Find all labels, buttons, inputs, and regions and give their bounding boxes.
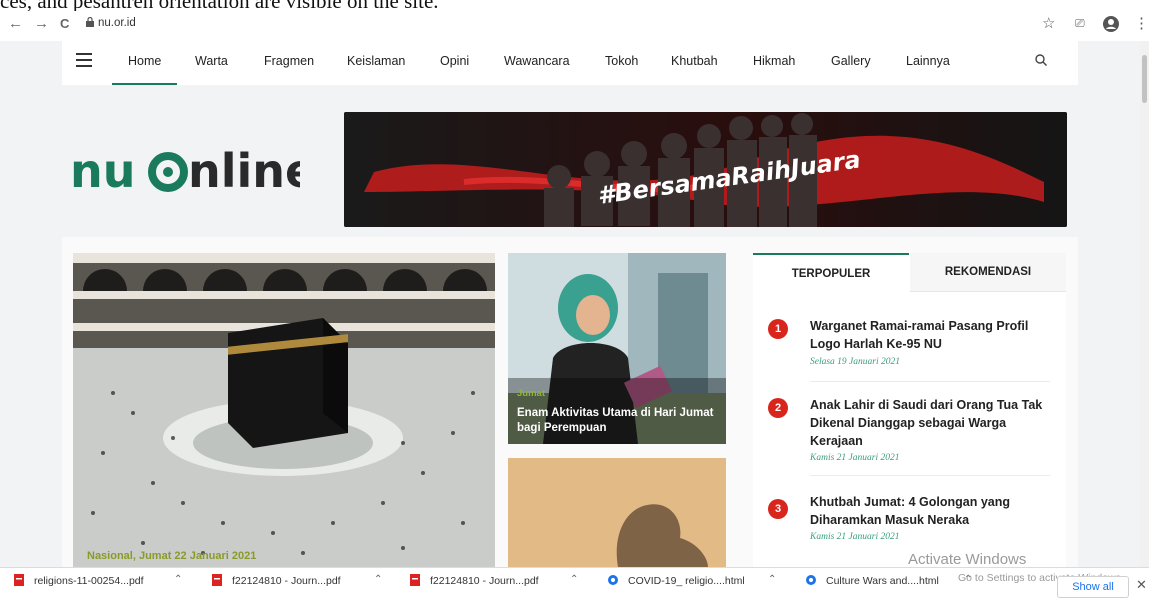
chrome-file-icon (806, 575, 816, 585)
promo-banner[interactable]: #BersamaRaihJuara (344, 112, 1067, 227)
download-item[interactable]: COVID-19_ religio....html ⌃ (608, 574, 776, 592)
rank-badge: 3 (768, 499, 788, 519)
activate-windows-watermark: Activate Windows (908, 551, 1027, 568)
scrollbar[interactable] (1140, 41, 1149, 567)
nav-gallery[interactable]: Gallery (831, 54, 871, 68)
shadow-photo (508, 458, 726, 567)
download-item[interactable]: Culture Wars and....html ⌃ (806, 574, 972, 592)
featured-caption: Nasional, Jumat 22 Januari 2021 (87, 550, 257, 562)
nav-lainnya[interactable]: Lainnya (906, 54, 950, 68)
back-icon[interactable]: ← (8, 15, 23, 32)
nav-tokoh[interactable]: Tokoh (605, 54, 638, 68)
kaaba-photo (73, 253, 495, 567)
nav-hikmah[interactable]: Hikmah (753, 54, 795, 68)
item-date: Kamis 21 Januari 2021 (810, 532, 900, 542)
address-bar[interactable]: nu.or.id (98, 17, 136, 29)
item-title[interactable]: Khutbah Jumat: 4 Golongan yang Diharamka… (810, 493, 1054, 529)
download-bar: religions-11-00254...pdf ⌃ f22124810 - J… (0, 567, 1149, 598)
download-item[interactable]: f22124810 - Journ...pdf ⌃ (410, 574, 578, 592)
popular-sidebar: TERPOPULER REKOMENDASI 1 Warganet Ramai-… (753, 253, 1066, 567)
browser-menu-icon[interactable]: ⋮ (1134, 14, 1149, 32)
pdf-file-icon (14, 574, 24, 586)
download-filename: f22124810 - Journ...pdf (232, 575, 341, 587)
chevron-up-icon[interactable]: ⌃ (374, 574, 382, 585)
article-category: Jumat (517, 388, 545, 399)
item-date: Kamis 21 Januari 2021 (810, 453, 900, 463)
bookmark-star-icon[interactable]: ☆ (1042, 14, 1055, 32)
caption-text: ces, and pesantren orientation are visib… (0, 0, 1149, 11)
chevron-up-icon[interactable]: ⌃ (768, 574, 776, 585)
sidebar-tabs: TERPOPULER REKOMENDASI (753, 253, 1066, 293)
divider (810, 475, 1050, 476)
hamburger-menu-icon[interactable] (76, 53, 92, 67)
cast-icon[interactable]: ⎚ (1075, 16, 1085, 31)
lock-icon (86, 17, 94, 27)
chrome-file-icon (608, 575, 618, 585)
featured-article-image[interactable]: Nasional, Jumat 22 Januari 2021 (73, 253, 495, 567)
svg-text:nline: nline (188, 144, 300, 198)
chevron-up-icon[interactable]: ⌃ (174, 574, 182, 585)
profile-icon[interactable] (1103, 16, 1119, 32)
nav-wawancara[interactable]: Wawancara (504, 54, 570, 68)
reload-icon[interactable]: C (60, 16, 69, 31)
tab-terpopuler[interactable]: TERPOPULER (753, 253, 909, 293)
article-title[interactable]: Enam Aktivitas Utama di Hari Jumat bagi … (517, 406, 721, 436)
nav-khutbah[interactable]: Khutbah (671, 54, 718, 68)
nav-home[interactable]: Home (111, 54, 178, 85)
item-title[interactable]: Warganet Ramai-ramai Pasang Profil Logo … (810, 317, 1054, 353)
tab-rekomendasi[interactable]: REKOMENDASI (910, 253, 1066, 292)
download-filename: Culture Wars and....html (826, 575, 939, 587)
item-title[interactable]: Anak Lahir di Saudi dari Orang Tua Tak D… (810, 396, 1054, 450)
nav-keislaman[interactable]: Keislaman (347, 54, 405, 68)
download-item[interactable]: f22124810 - Journ...pdf ⌃ (212, 574, 382, 592)
search-icon[interactable] (1034, 53, 1048, 67)
download-item[interactable]: religions-11-00254...pdf ⌃ (14, 574, 182, 592)
main-navbar: Home Warta Fragmen Keislaman Opini Wawan… (62, 41, 1078, 85)
nu-online-logo[interactable]: nu nline (70, 139, 300, 203)
nav-opini[interactable]: Opini (440, 54, 469, 68)
forward-icon[interactable]: → (34, 15, 49, 32)
rank-badge: 2 (768, 398, 788, 418)
article-card-jumat[interactable]: Jumat Enam Aktivitas Utama di Hari Jumat… (508, 253, 726, 444)
pdf-file-icon (410, 574, 420, 586)
browser-toolbar: ← → C nu.or.id ☆ ⎚ ⋮ (0, 11, 1149, 41)
rank-badge: 1 (768, 319, 788, 339)
article-card-shadow[interactable] (508, 458, 726, 567)
close-icon[interactable]: ✕ (1136, 577, 1147, 593)
nav-fragmen[interactable]: Fragmen (264, 54, 314, 68)
download-filename: f22124810 - Journ...pdf (430, 575, 539, 587)
chevron-up-icon[interactable]: ⌃ (570, 574, 578, 585)
item-date: Selasa 19 Januari 2021 (810, 357, 900, 367)
pdf-file-icon (212, 574, 222, 586)
download-filename: COVID-19_ religio....html (628, 575, 745, 587)
download-filename: religions-11-00254...pdf (34, 575, 144, 587)
banner-art: #BersamaRaihJuara (344, 112, 1067, 227)
svg-text:nu: nu (70, 144, 136, 198)
scrollbar-thumb[interactable] (1142, 55, 1147, 103)
divider (810, 381, 1050, 382)
nav-warta[interactable]: Warta (195, 54, 228, 68)
